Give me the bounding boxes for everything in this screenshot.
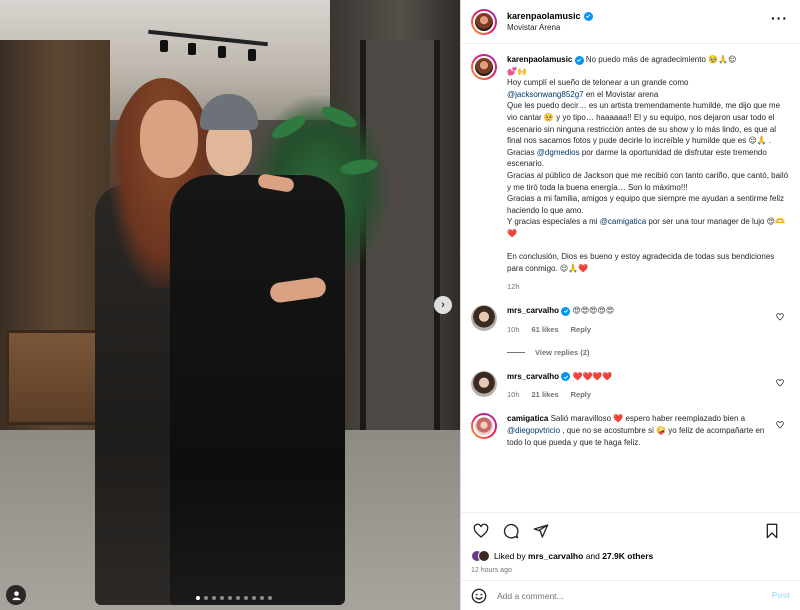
commenter-username[interactable]: mrs_carvalho xyxy=(507,306,559,315)
comment-button[interactable] xyxy=(501,521,521,541)
view-replies-button[interactable]: View replies (2) xyxy=(507,348,790,357)
comment-item: camigatica Salió maravilloso ❤️ espero h… xyxy=(471,413,790,448)
like-button[interactable] xyxy=(471,521,491,541)
comment-likes[interactable]: 21 likes xyxy=(532,390,559,399)
mention-link[interactable]: @dgmedios xyxy=(537,148,580,157)
reply-button[interactable]: Reply xyxy=(571,390,591,399)
verified-badge-icon xyxy=(561,372,571,382)
comment-time[interactable]: 10h xyxy=(507,390,520,399)
add-comment-bar: Post xyxy=(461,580,800,610)
likes-prefix: Liked by xyxy=(494,551,529,561)
comment-time[interactable]: 10h xyxy=(507,325,520,334)
caption-line: Que les puedo decir… es un artista treme… xyxy=(507,101,781,146)
verified-badge-icon xyxy=(583,11,593,21)
caption-line: Gracias al público de Jackson que me rec… xyxy=(507,170,789,192)
caption-line: Y gracias especiales a mi xyxy=(507,217,600,227)
photo-person-b-body xyxy=(170,175,345,605)
author-username-text[interactable]: karenpaolamusic xyxy=(507,11,581,21)
comment-icon xyxy=(503,523,519,539)
post-comment-button[interactable]: Post xyxy=(772,590,790,600)
send-icon xyxy=(533,523,549,538)
carousel-dot xyxy=(212,596,216,600)
reply-button[interactable]: Reply xyxy=(571,325,591,334)
view-replies-label[interactable]: View replies (2) xyxy=(535,348,589,357)
caption-line: En conclusión, Dios es bueno y estoy agr… xyxy=(507,252,775,273)
photo-spotlight xyxy=(160,40,168,52)
carousel-dots xyxy=(196,596,272,600)
caption-line: No puedo más de agradecimiento 🥹🙏😌 xyxy=(585,55,737,64)
verified-badge-icon xyxy=(574,55,584,65)
comment-input[interactable] xyxy=(497,590,717,601)
likes-others[interactable]: 27.9K others xyxy=(602,551,653,561)
comment-text: 😍😍😍😍😍 xyxy=(572,306,615,316)
carousel-dot xyxy=(220,596,224,600)
liker-username[interactable]: mrs_carvalho xyxy=(528,551,583,561)
author-username[interactable]: karenpaolamusic xyxy=(507,11,593,21)
comment-text: ❤️❤️❤️❤️ xyxy=(572,371,613,381)
photo-spotlight xyxy=(218,46,226,58)
carousel-dot xyxy=(268,596,272,600)
mention-link[interactable]: @jacksonwang852g7 xyxy=(507,90,584,99)
share-button[interactable] xyxy=(531,521,551,541)
caption: karenpaolamusic No puedo más de agradeci… xyxy=(471,54,790,274)
carousel-dot xyxy=(196,596,200,600)
carousel-dot xyxy=(252,596,256,600)
post-modal: › karenpaolamusic Movistar Arena ··· kar… xyxy=(0,0,800,610)
carousel-dot xyxy=(228,596,232,600)
caption-line: Gracias xyxy=(507,147,537,157)
comment-likes[interactable]: 61 likes xyxy=(532,325,559,334)
caption-text: karenpaolamusic No puedo más de agradeci… xyxy=(507,54,789,274)
emoji-icon[interactable] xyxy=(471,588,487,604)
caption-username[interactable]: karenpaolamusic xyxy=(507,55,572,64)
caption-line: en el Movistar arena xyxy=(583,89,659,99)
liker-avatar xyxy=(478,550,490,562)
photo-crate xyxy=(6,330,106,425)
post-details-panel: karenpaolamusic Movistar Arena ··· karen… xyxy=(460,0,800,610)
photo-spotlight xyxy=(248,49,256,61)
mention-link[interactable]: @diegopvtricio xyxy=(507,426,560,435)
photo-person-a-face xyxy=(140,100,198,178)
carousel-dot xyxy=(236,596,240,600)
caption-line: 💕🙌 xyxy=(507,66,527,76)
like-comment-icon[interactable] xyxy=(776,421,784,429)
verified-badge-icon xyxy=(561,306,571,316)
photo-spotlight xyxy=(188,43,196,55)
like-comment-icon[interactable] xyxy=(776,313,784,321)
commenter-username[interactable]: mrs_carvalho xyxy=(507,372,559,381)
mention-link[interactable]: @camigatica xyxy=(600,217,646,226)
likes-text: Liked by mrs_carvalho and 27.9K others xyxy=(494,551,653,561)
tagged-user-button[interactable] xyxy=(6,585,26,605)
next-slide-button[interactable]: › xyxy=(434,296,452,314)
carousel-dot xyxy=(260,596,264,600)
heart-icon xyxy=(473,523,489,538)
carousel-dot xyxy=(244,596,248,600)
caption-avatar[interactable] xyxy=(471,54,497,80)
comment-item: mrs_carvalho 😍😍😍😍😍 10h 61 likes Reply xyxy=(471,305,790,334)
user-icon xyxy=(11,590,21,600)
more-options-icon[interactable]: ··· xyxy=(771,11,788,25)
post-actions xyxy=(461,512,800,548)
carousel-dot xyxy=(204,596,208,600)
caption-line: Gracias a mi familia, amigos y equipo qu… xyxy=(507,194,785,215)
comments-scroll[interactable]: karenpaolamusic No puedo más de agradeci… xyxy=(461,44,800,512)
likes-joiner: and xyxy=(583,551,603,561)
bookmark-icon xyxy=(766,523,778,539)
caption-time[interactable]: 12h xyxy=(507,282,790,291)
commenter-avatar[interactable] xyxy=(471,305,497,332)
comment-item: mrs_carvalho ❤️❤️❤️❤️ 10h 21 likes Reply xyxy=(471,370,790,399)
post-header: karenpaolamusic Movistar Arena ··· xyxy=(461,0,800,44)
caption-line: Hoy cumplí el sueño de telonear a un gra… xyxy=(507,78,689,88)
like-comment-icon[interactable] xyxy=(776,379,784,387)
likes-summary[interactable]: Liked by mrs_carvalho and 27.9K others xyxy=(461,548,800,564)
post-timestamp[interactable]: 12 hours ago xyxy=(461,564,800,580)
commenter-username[interactable]: camigatica xyxy=(507,414,548,423)
commenter-avatar[interactable] xyxy=(471,370,497,397)
author-avatar[interactable] xyxy=(471,8,497,35)
save-button[interactable] xyxy=(762,521,782,541)
post-photo[interactable]: › xyxy=(0,0,460,610)
replies-divider xyxy=(507,351,525,353)
comment-text: Salió maravilloso ❤️ espero haber reempl… xyxy=(550,414,746,424)
commenter-avatar[interactable] xyxy=(471,413,497,440)
post-location[interactable]: Movistar Arena xyxy=(507,23,593,32)
